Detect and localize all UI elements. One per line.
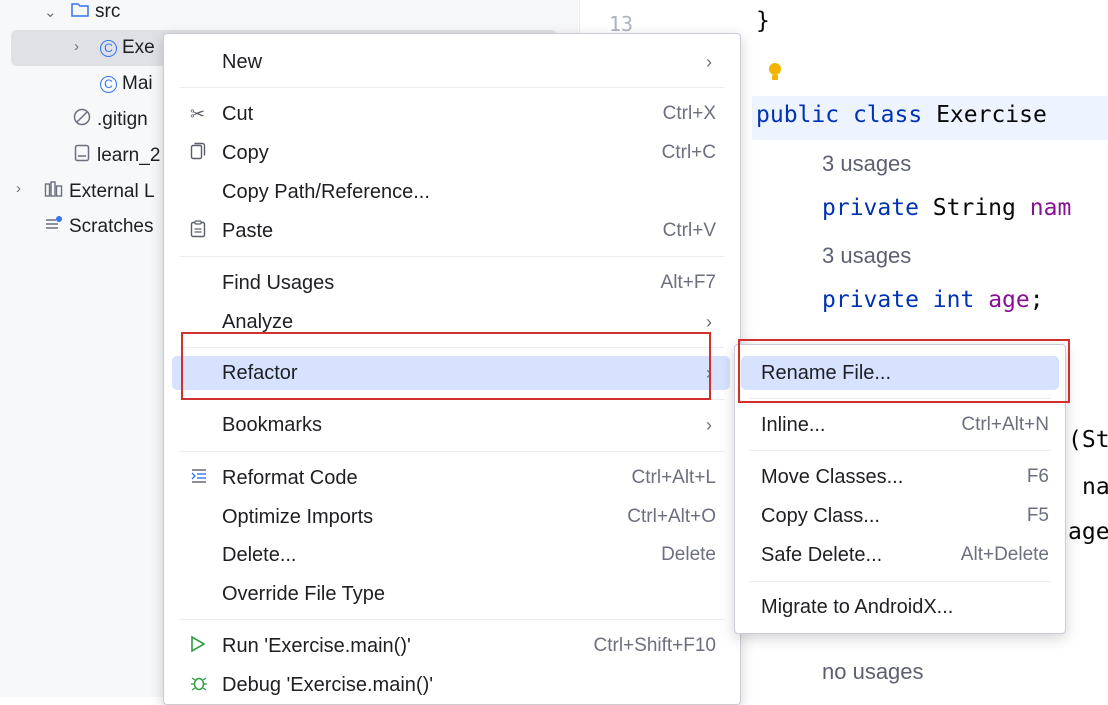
context-menu: New › ✂ Cut Ctrl+X Copy Ctrl+C Copy Path…	[163, 33, 741, 705]
menu-item-copy-path[interactable]: Copy Path/Reference...	[172, 175, 730, 209]
chevron-right-icon: ›	[706, 414, 712, 435]
submenu-item-migrate-androidx[interactable]: Migrate to AndroidX...	[741, 590, 1059, 624]
menu-item-run[interactable]: Run 'Exercise.main()' Ctrl+Shift+F10	[172, 629, 730, 663]
tree-item-main[interactable]: C Mai	[100, 66, 153, 102]
code-class-declaration: public class Exercise	[756, 102, 1047, 128]
class-icon: C	[100, 39, 117, 57]
tree-item-scratches[interactable]: Scratches	[44, 209, 153, 245]
menu-separator	[180, 347, 724, 348]
usages-hint[interactable]: 3 usages	[822, 151, 911, 177]
menu-item-delete[interactable]: Delete... Delete	[172, 538, 730, 572]
refactor-submenu: Rename File... Inline... Ctrl+Alt+N Move…	[734, 344, 1066, 634]
code-fragment: (St	[1068, 427, 1108, 453]
paste-icon	[190, 219, 206, 243]
menu-separator	[180, 399, 724, 400]
menu-separator	[749, 398, 1051, 399]
menu-item-new[interactable]: New ›	[172, 45, 730, 79]
submenu-item-inline[interactable]: Inline... Ctrl+Alt+N	[741, 408, 1059, 442]
menu-separator	[180, 619, 724, 620]
file-icon	[72, 144, 92, 168]
class-icon: C	[100, 75, 117, 93]
menu-item-find-usages[interactable]: Find Usages Alt+F7	[172, 266, 730, 300]
code-closing-brace: }	[756, 8, 770, 34]
menu-separator	[180, 87, 724, 88]
tree-item-gitignore[interactable]: .gitign	[72, 102, 148, 138]
chevron-right-icon: ›	[706, 51, 712, 72]
tree-item-src[interactable]: src	[70, 0, 120, 30]
submenu-item-rename-file[interactable]: Rename File...	[741, 356, 1059, 390]
menu-separator	[180, 451, 724, 452]
tree-item-label: src	[95, 1, 121, 22]
submenu-item-safe-delete[interactable]: Safe Delete... Alt+Delete	[741, 538, 1059, 572]
scratches-icon	[44, 215, 64, 239]
code-fragment: na	[1082, 474, 1108, 500]
menu-item-optimize-imports[interactable]: Optimize Imports Ctrl+Alt+O	[172, 500, 730, 534]
tree-item-external-libraries[interactable]: External L	[44, 174, 155, 210]
tree-item-label: Exe	[122, 37, 155, 58]
menu-item-copy[interactable]: Copy Ctrl+C	[172, 136, 730, 170]
menu-item-bookmarks[interactable]: Bookmarks ›	[172, 408, 730, 442]
menu-separator	[749, 450, 1051, 451]
code-field-age: private int age;	[822, 287, 1044, 313]
run-icon	[190, 635, 206, 658]
menu-separator	[180, 256, 724, 257]
code-fragment: age	[1068, 519, 1108, 545]
tree-item-label: Mai	[122, 73, 153, 94]
usages-hint[interactable]: 3 usages	[822, 243, 911, 269]
code-field-name: private String nam	[822, 195, 1072, 221]
tree-item-label: .gitign	[97, 109, 148, 130]
menu-item-override-file-type[interactable]: Override File Type	[172, 577, 730, 611]
library-icon	[44, 180, 64, 204]
menu-item-analyze[interactable]: Analyze ›	[172, 305, 730, 339]
chevron-right-icon: ›	[706, 311, 712, 332]
menu-item-paste[interactable]: Paste Ctrl+V	[172, 214, 730, 248]
chevron-down-icon[interactable]: ⌄	[44, 3, 57, 21]
scissors-icon: ✂	[190, 103, 206, 124]
tree-item-label: External L	[69, 181, 155, 202]
menu-item-refactor[interactable]: Refactor ›	[172, 356, 730, 390]
tree-item-label: Scratches	[69, 216, 154, 237]
lightbulb-icon[interactable]	[765, 60, 785, 89]
reformat-icon	[190, 468, 208, 489]
copy-icon	[190, 142, 206, 165]
debug-bug-icon	[190, 674, 208, 697]
chevron-right-icon[interactable]: ›	[74, 38, 79, 55]
folder-icon	[70, 1, 90, 23]
submenu-item-move-classes[interactable]: Move Classes... F6	[741, 460, 1059, 494]
chevron-right-icon: ›	[706, 362, 712, 383]
submenu-item-copy-class[interactable]: Copy Class... F5	[741, 499, 1059, 533]
tree-item-label: learn_2	[97, 145, 161, 166]
menu-separator	[749, 581, 1051, 582]
menu-item-reformat-code[interactable]: Reformat Code Ctrl+Alt+L	[172, 461, 730, 495]
tree-item-learn[interactable]: learn_2	[72, 138, 160, 174]
menu-item-cut[interactable]: ✂ Cut Ctrl+X	[172, 97, 730, 131]
chevron-right-icon[interactable]: ›	[16, 180, 21, 197]
usages-hint[interactable]: no usages	[822, 659, 924, 685]
ignored-file-icon	[72, 108, 92, 132]
